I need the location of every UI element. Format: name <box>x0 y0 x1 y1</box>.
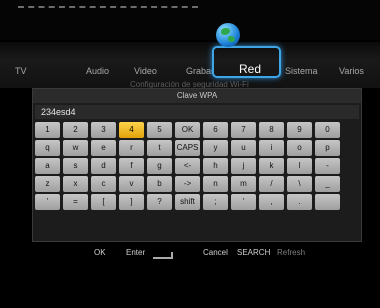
key-dash[interactable]: - <box>315 158 340 174</box>
button-hints-bar: OK Enter Cancel SEARCH Refresh <box>0 248 380 262</box>
key-left-bracket[interactable]: [ <box>91 194 116 210</box>
key-o[interactable]: o <box>287 140 312 156</box>
key-question[interactable]: ? <box>147 194 172 210</box>
hint-enter: Enter <box>126 248 146 257</box>
key-7[interactable]: 7 <box>231 122 256 138</box>
globe-icon <box>216 23 240 47</box>
key-i[interactable]: i <box>259 140 284 156</box>
key-c[interactable]: c <box>91 176 116 192</box>
key-z[interactable]: z <box>35 176 60 192</box>
key-right-bracket[interactable]: ] <box>119 194 144 210</box>
wpa-key-input[interactable]: 234esd4 <box>35 105 359 119</box>
key-4-selected[interactable]: 4 <box>119 122 144 138</box>
enter-icon <box>153 252 173 259</box>
key-period[interactable]: . <box>287 194 312 210</box>
key-3[interactable]: 3 <box>91 122 116 138</box>
key-l[interactable]: l <box>287 158 312 174</box>
key-m[interactable]: m <box>231 176 256 192</box>
menu-item-audio[interactable]: Audio <box>86 66 109 76</box>
hint-refresh: Refresh <box>277 248 306 257</box>
key-d[interactable]: d <box>91 158 116 174</box>
on-screen-keyboard: 1 2 3 4 5 OK 6 7 8 9 0 q w e r t CAPS y … <box>33 121 361 241</box>
key-backslash[interactable]: \ <box>287 176 312 192</box>
menu-item-red[interactable]: Red <box>239 62 261 76</box>
key-semicolon[interactable]: ; <box>203 194 228 210</box>
key-comma[interactable]: , <box>259 194 284 210</box>
hint-ok: OK <box>94 248 106 257</box>
key-6[interactable]: 6 <box>203 122 228 138</box>
menu-item-sistema[interactable]: Sistema <box>285 66 318 76</box>
menu-item-tv[interactable]: TV <box>15 66 27 76</box>
key-1[interactable]: 1 <box>35 122 60 138</box>
key-s[interactable]: s <box>63 158 88 174</box>
dialog-title: Clave WPA <box>33 89 361 103</box>
menu-item-video[interactable]: Video <box>134 66 157 76</box>
key-slash[interactable]: / <box>259 176 284 192</box>
menu-item-varios[interactable]: Varios <box>339 66 364 76</box>
key-equals[interactable]: = <box>63 194 88 210</box>
key-p[interactable]: p <box>315 140 340 156</box>
key-underscore[interactable]: _ <box>315 176 340 192</box>
key-ok[interactable]: OK <box>175 122 200 138</box>
key-forward[interactable]: -> <box>175 176 200 192</box>
key-b[interactable]: b <box>147 176 172 192</box>
key-2[interactable]: 2 <box>63 122 88 138</box>
hint-search: SEARCH <box>237 248 271 257</box>
key-j[interactable]: j <box>231 158 256 174</box>
key-v[interactable]: v <box>119 176 144 192</box>
key-f[interactable]: f <box>119 158 144 174</box>
key-q[interactable]: q <box>35 140 60 156</box>
key-0[interactable]: 0 <box>315 122 340 138</box>
key-9[interactable]: 9 <box>287 122 312 138</box>
key-apostrophe-2[interactable]: ' <box>231 194 256 210</box>
key-e[interactable]: e <box>91 140 116 156</box>
key-y[interactable]: y <box>203 140 228 156</box>
key-h[interactable]: h <box>203 158 228 174</box>
key-k[interactable]: k <box>259 158 284 174</box>
key-apostrophe[interactable]: ' <box>35 194 60 210</box>
top-header <box>0 0 380 40</box>
keyboard-row-5: ' = [ ] ? shift ; ' , . <box>35 193 359 211</box>
keyboard-row-3: a s d f g <- h j k l - <box>35 157 359 175</box>
key-n[interactable]: n <box>203 176 228 192</box>
key-u[interactable]: u <box>231 140 256 156</box>
keyboard-row-2: q w e r t CAPS y u i o p <box>35 139 359 157</box>
keyboard-row-1: 1 2 3 4 5 OK 6 7 8 9 0 <box>35 121 359 139</box>
key-8[interactable]: 8 <box>259 122 284 138</box>
key-backspace[interactable]: <- <box>175 158 200 174</box>
menu-item-grabar[interactable]: Grabar <box>186 66 214 76</box>
key-empty[interactable] <box>315 194 340 210</box>
key-caps[interactable]: CAPS <box>175 140 200 156</box>
key-x[interactable]: x <box>63 176 88 192</box>
key-t[interactable]: t <box>147 140 172 156</box>
key-5[interactable]: 5 <box>147 122 172 138</box>
wpa-key-dialog: Clave WPA 234esd4 1 2 3 4 5 OK 6 7 8 9 0… <box>32 88 362 242</box>
keyboard-row-4: z x c v b -> n m / \ _ <box>35 175 359 193</box>
key-a[interactable]: a <box>35 158 60 174</box>
title-placeholder-dashes <box>18 6 198 18</box>
key-w[interactable]: w <box>63 140 88 156</box>
key-shift[interactable]: shift <box>175 194 200 210</box>
key-g[interactable]: g <box>147 158 172 174</box>
key-r[interactable]: r <box>119 140 144 156</box>
hint-cancel: Cancel <box>203 248 228 257</box>
